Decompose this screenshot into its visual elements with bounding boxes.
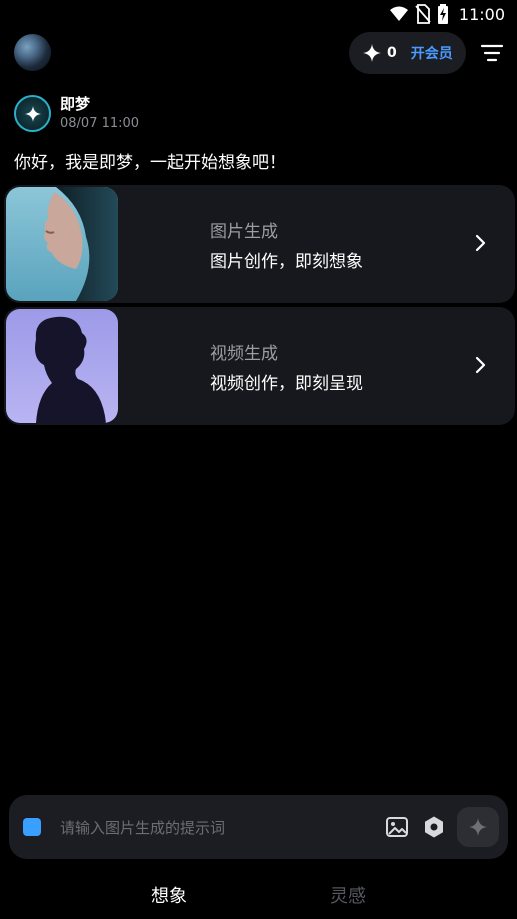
prompt-input[interactable]: 请输入图片生成的提示词 (60, 817, 225, 838)
prompt-input-bar: 请输入图片生成的提示词 (9, 795, 508, 859)
chevron-right-icon (475, 234, 486, 252)
card-title: 图片生成 (210, 222, 278, 242)
video-generation-thumbnail (6, 309, 118, 423)
bot-avatar (14, 95, 51, 132)
vip-button[interactable]: 开会员 (411, 43, 453, 63)
hexagon-settings-icon[interactable] (422, 815, 446, 839)
video-generation-card[interactable]: 视频生成 视频创作，即刻呈现 (4, 307, 515, 425)
wifi-icon (389, 6, 408, 21)
bot-timestamp: 08/07 11:00 (60, 116, 140, 131)
mode-selector-button[interactable] (23, 818, 41, 836)
sparkle-icon (363, 44, 381, 62)
bottom-tab-bar: 想象 灵感 (0, 872, 517, 919)
top-bar: 0 开会员 (0, 32, 517, 74)
card-subtitle: 图片创作，即刻想象 (210, 252, 363, 272)
status-time: 11:00 (458, 4, 505, 24)
battery-charging-icon (437, 4, 448, 24)
credits-vip-pill[interactable]: 0 开会员 (349, 32, 466, 74)
card-title: 视频生成 (210, 344, 278, 364)
greeting-message: 你好，我是即梦，一起开始想象吧！ (14, 153, 286, 173)
sparkle-send-icon (469, 818, 487, 836)
user-avatar[interactable] (14, 34, 51, 71)
status-bar: 11:00 (0, 0, 517, 30)
no-sim-icon (415, 4, 431, 24)
tab-imagine[interactable]: 想象 (151, 882, 187, 908)
filter-menu-icon[interactable] (480, 42, 504, 64)
credits-count: 0 (387, 45, 397, 61)
bot-message-header: 即梦 08/07 11:00 (14, 93, 314, 133)
image-upload-icon[interactable] (385, 815, 409, 839)
image-generation-thumbnail (6, 187, 118, 301)
generate-button[interactable] (457, 807, 499, 847)
sparkle-icon (24, 105, 41, 122)
chevron-right-icon (475, 356, 486, 374)
image-generation-card[interactable]: 图片生成 图片创作，即刻想象 (4, 185, 515, 303)
tab-inspiration[interactable]: 灵感 (330, 882, 366, 908)
card-subtitle: 视频创作，即刻呈现 (210, 374, 363, 394)
bot-name: 即梦 (60, 95, 91, 113)
